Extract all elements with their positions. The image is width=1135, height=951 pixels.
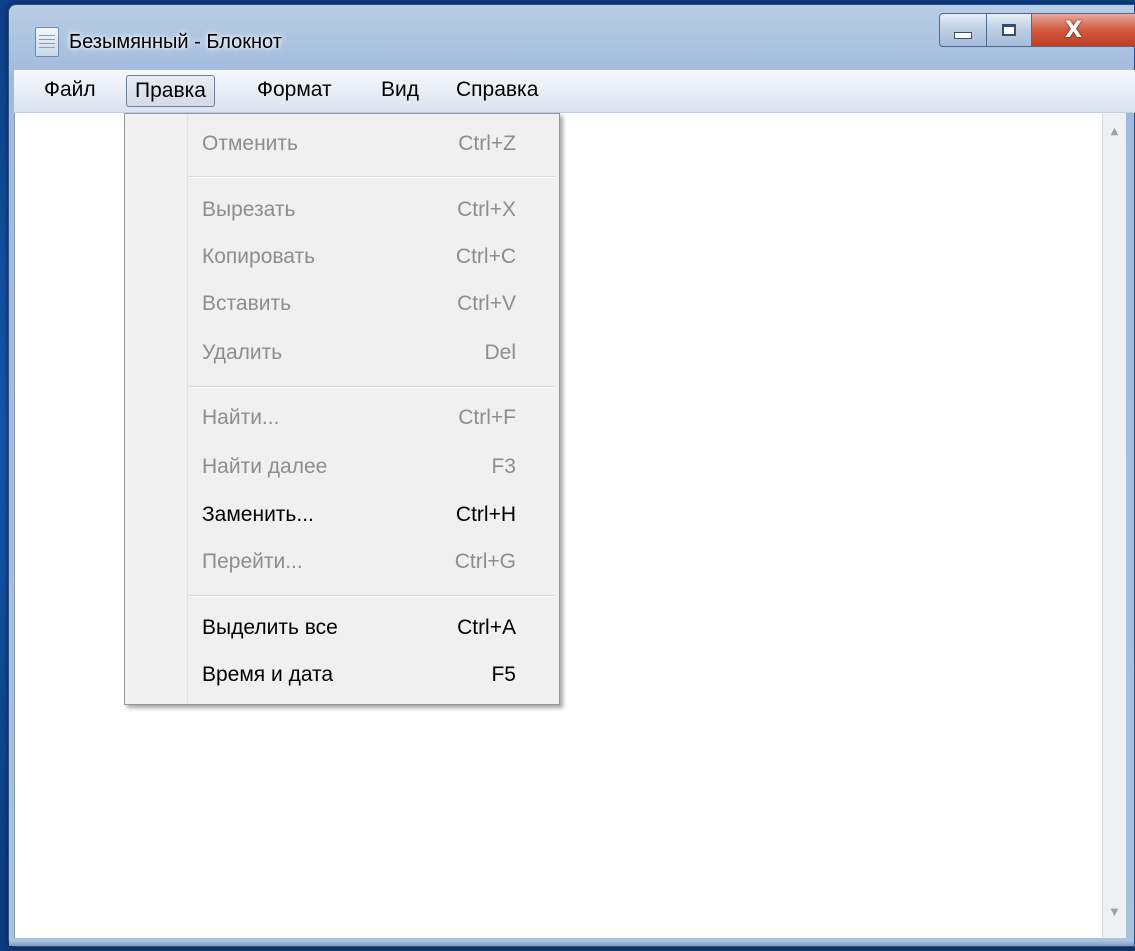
menu-item-time-date[interactable]: Время и дата F5 <box>187 655 559 695</box>
vertical-scrollbar[interactable]: ▲ ▼ <box>1102 113 1126 938</box>
menu-file[interactable]: Файл <box>36 75 104 107</box>
menu-item-shortcut: Ctrl+V <box>457 292 516 315</box>
menu-item-label: Найти далее <box>202 455 328 478</box>
notepad-icon[interactable] <box>35 27 59 57</box>
menu-item-shortcut: Ctrl+H <box>455 503 516 526</box>
menu-view[interactable]: Вид <box>373 75 427 107</box>
menu-item-label: Вставить <box>202 292 292 315</box>
menu-item-goto[interactable]: Перейти... Ctrl+G <box>187 542 559 582</box>
menu-edit[interactable]: Правка <box>126 75 215 107</box>
minimize-icon <box>954 31 972 39</box>
menu-item-shortcut: Ctrl+G <box>454 550 516 573</box>
menu-format[interactable]: Формат <box>249 75 340 107</box>
edit-menu-dropdown: Отменить Ctrl+Z Вырезать Ctrl+X Копирова… <box>124 113 560 705</box>
menu-icon-gutter <box>125 114 188 704</box>
menu-item-shortcut: Ctrl+C <box>455 245 516 268</box>
maximize-icon <box>1002 24 1016 36</box>
menu-item-find-next[interactable]: Найти далее F3 <box>187 447 559 487</box>
menu-item-label: Удалить <box>202 341 283 364</box>
menu-separator <box>189 386 555 388</box>
menu-item-label: Выделить все <box>202 616 338 639</box>
menu-item-shortcut: Ctrl+A <box>457 616 516 639</box>
menu-item-delete[interactable]: Удалить Del <box>187 333 559 373</box>
menu-item-label: Время и дата <box>202 663 334 686</box>
menu-item-replace[interactable]: Заменить... Ctrl+H <box>187 495 559 535</box>
menu-item-label: Заменить... <box>202 503 314 526</box>
minimize-button[interactable] <box>939 13 987 47</box>
menu-separator <box>189 595 555 597</box>
menu-item-find[interactable]: Найти... Ctrl+F <box>187 398 559 438</box>
menu-item-label: Копировать <box>202 245 316 268</box>
title-bar[interactable]: Безымянный - Блокнот X <box>9 5 1135 75</box>
close-button[interactable]: X <box>1031 13 1135 47</box>
menu-item-shortcut: F5 <box>491 663 516 686</box>
window-title: Безымянный - Блокнот <box>69 31 282 53</box>
menu-item-label: Найти... <box>202 406 280 429</box>
menu-item-label: Перейти... <box>202 550 303 573</box>
menu-help[interactable]: Справка <box>448 75 546 107</box>
menu-item-shortcut: Del <box>484 341 516 364</box>
menu-item-shortcut: Ctrl+Z <box>458 132 516 155</box>
menu-item-shortcut: Ctrl+F <box>458 406 516 429</box>
menu-item-shortcut: Ctrl+X <box>457 198 516 221</box>
maximize-button[interactable] <box>986 13 1032 47</box>
menu-item-paste[interactable]: Вставить Ctrl+V <box>187 284 559 324</box>
menu-item-undo[interactable]: Отменить Ctrl+Z <box>187 124 559 164</box>
menu-item-shortcut: F3 <box>491 455 516 478</box>
menu-item-label: Вырезать <box>202 198 296 221</box>
menu-item-cut[interactable]: Вырезать Ctrl+X <box>187 190 559 230</box>
close-icon: X <box>1065 17 1082 43</box>
menu-bar: Файл Правка Формат Вид Справка <box>14 70 1135 113</box>
window-frame-bottom <box>9 941 1134 946</box>
menu-separator <box>189 176 555 178</box>
menu-item-copy[interactable]: Копировать Ctrl+C <box>187 237 559 277</box>
scroll-down-icon[interactable]: ▼ <box>1103 904 1126 922</box>
menu-item-label: Отменить <box>202 132 298 155</box>
scroll-up-icon[interactable]: ▲ <box>1103 123 1126 141</box>
menu-item-select-all[interactable]: Выделить все Ctrl+A <box>187 608 559 648</box>
